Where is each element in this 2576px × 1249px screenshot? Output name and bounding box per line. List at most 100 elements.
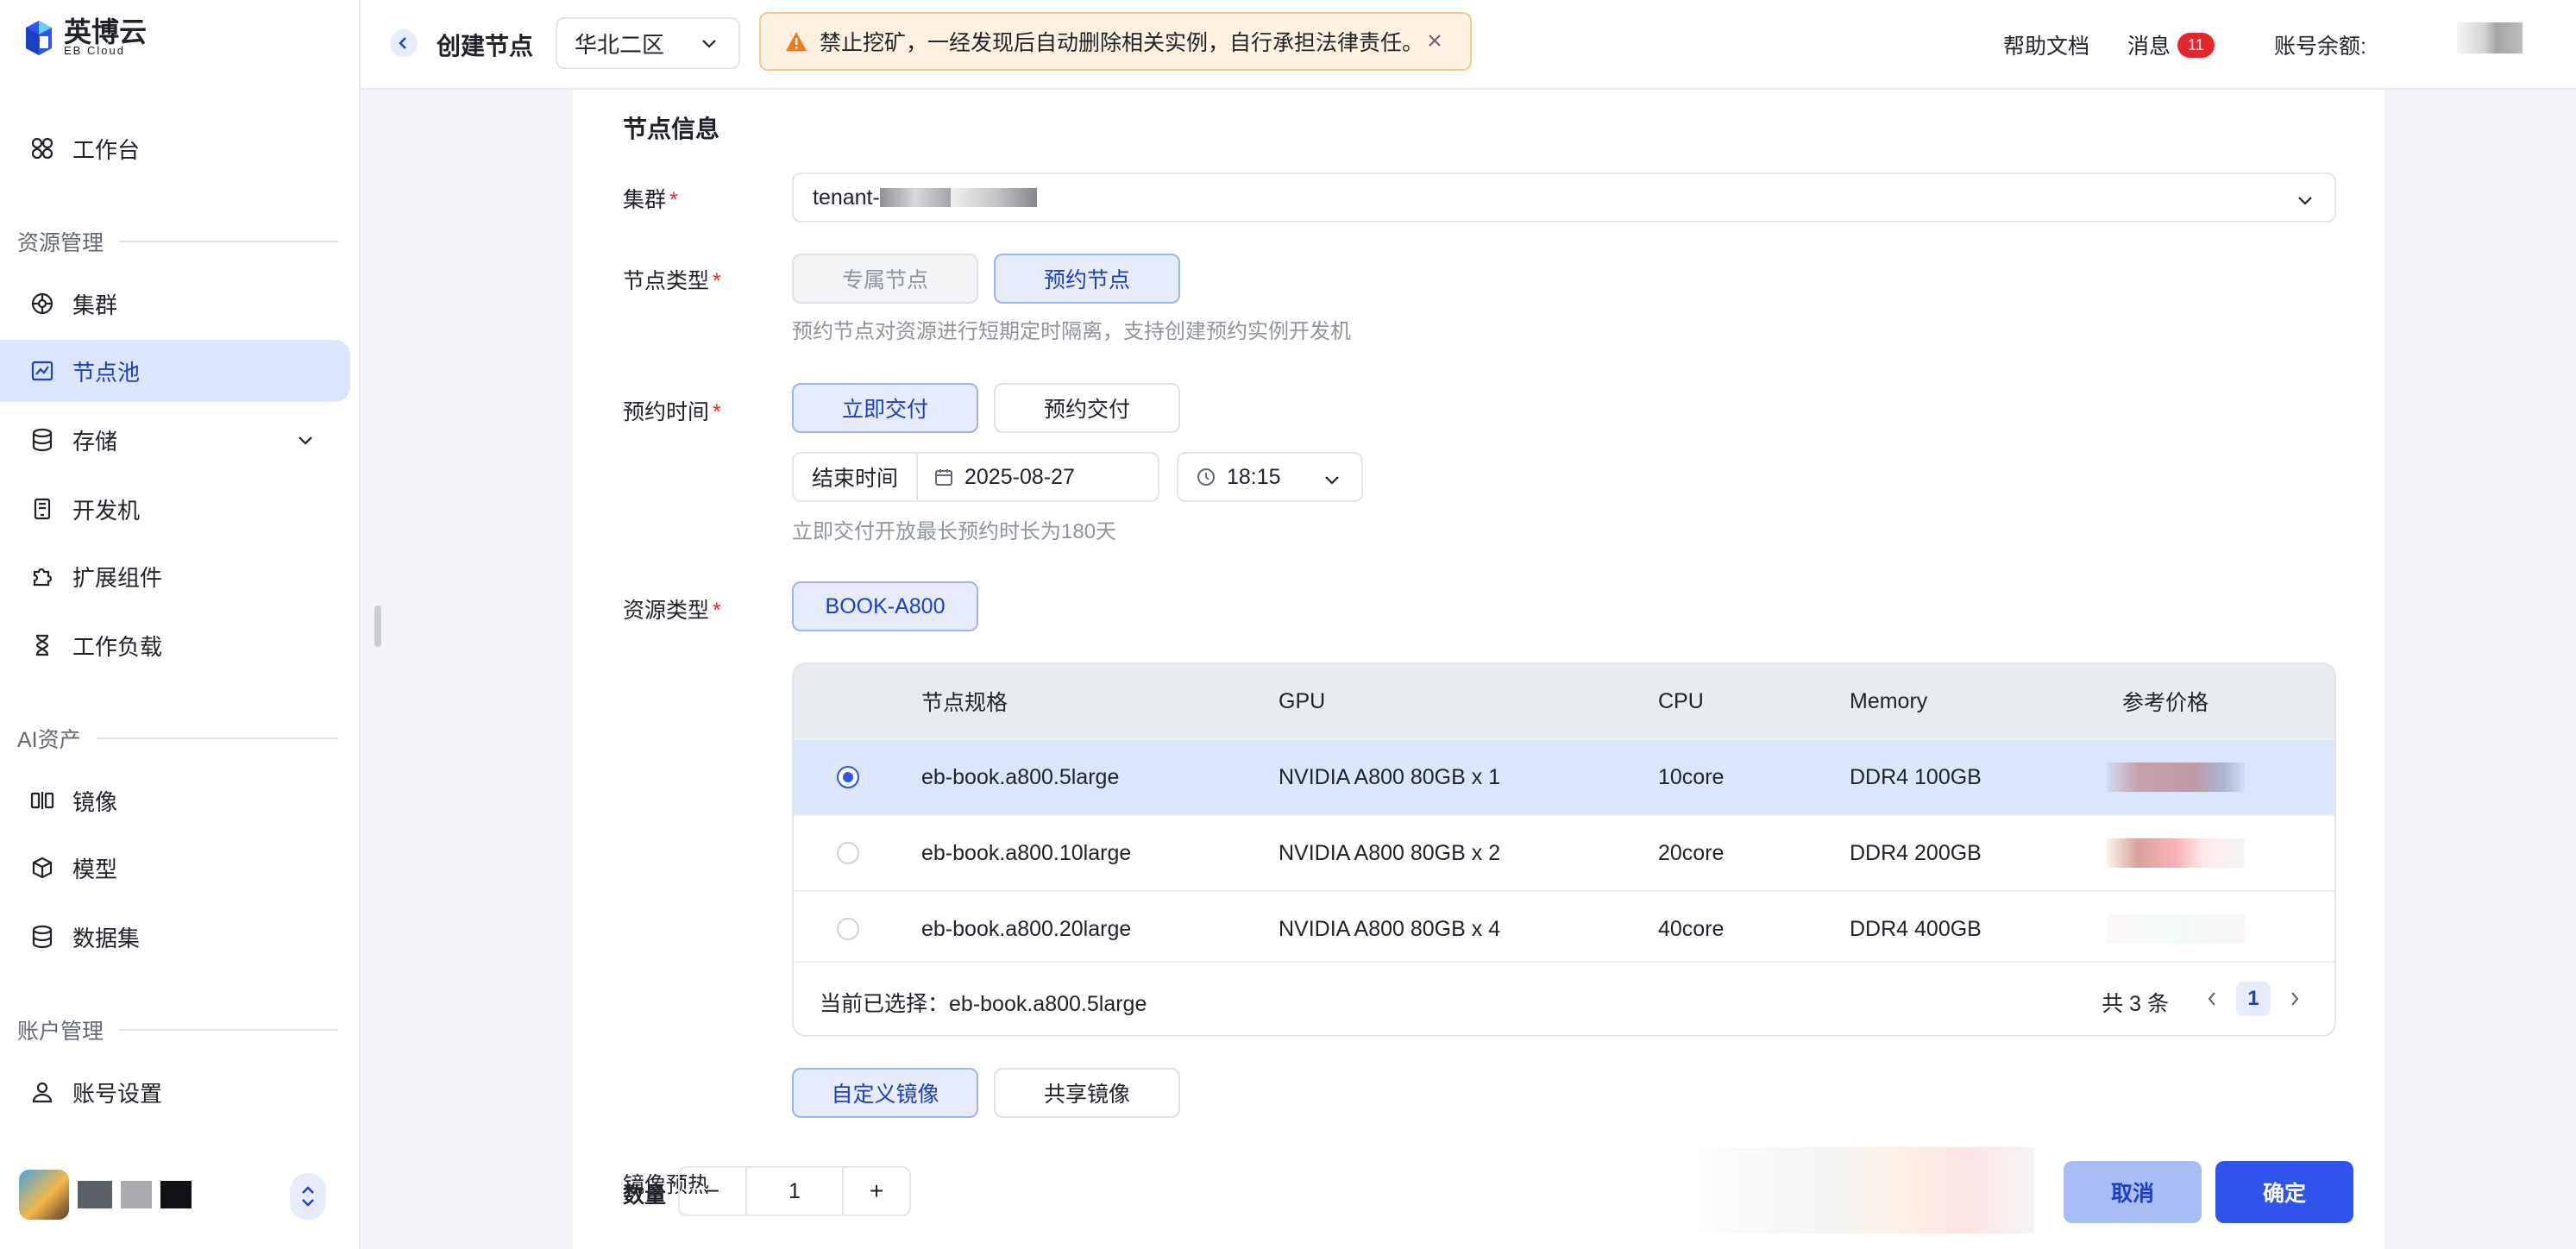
sidebar-item-dataset[interactable]: 数据集 (0, 906, 350, 968)
sidebar: 英博云 EB Cloud 工作台 资源管理 集群 节点池 存储 开发机 扩展组件… (0, 0, 361, 1249)
sidebar-item-account-settings[interactable]: 账号设置 (0, 1061, 350, 1123)
page-title: 创建节点 (437, 33, 534, 60)
quantity-label: 数量 (623, 1183, 667, 1208)
sidebar-item-devbox[interactable]: 开发机 (0, 478, 350, 540)
masked-price (2107, 838, 2245, 868)
messages-link[interactable]: 消息 11 (2127, 29, 2215, 60)
column-header: 节点规格 (921, 691, 1008, 715)
table-row[interactable]: eb-book.a800.10large NVIDIA A800 80GB x … (794, 814, 2334, 890)
row-radio[interactable] (837, 918, 859, 940)
section-title: 节点信息 (623, 116, 720, 142)
chart-icon (29, 358, 55, 384)
cpu-cell: 10core (1658, 764, 1725, 789)
hourglass-icon (29, 632, 55, 658)
cpu-cell: 20core (1658, 840, 1725, 865)
region-select[interactable]: 华北二区 (556, 17, 740, 69)
chevron-right-icon[interactable] (2286, 990, 2303, 1007)
sidebar-item-workload[interactable]: 工作负载 (0, 614, 350, 676)
masked-cluster-id (879, 188, 951, 207)
account-switcher-button[interactable] (290, 1173, 326, 1220)
logo-icon (24, 19, 53, 57)
sidebar-item-label: 节点池 (72, 359, 141, 386)
resource-type-button[interactable]: BOOK-A800 (792, 581, 978, 631)
chevron-updown-icon (302, 1186, 314, 1207)
column-header: CPU (1658, 688, 1704, 713)
section-ai: AI资产 (17, 723, 338, 754)
section-resource: 资源管理 (17, 226, 338, 257)
decrement-button[interactable]: − (680, 1168, 745, 1214)
spec-cell: eb-book.a800.20large (921, 916, 1132, 941)
chevron-down-icon (2295, 190, 2315, 217)
section-account: 账户管理 (17, 1014, 338, 1045)
warning-banner: 禁止挖矿，一经发现后自动删除相关实例，自行承担法律责任。 (759, 12, 1472, 71)
page-number[interactable]: 1 (2236, 982, 2271, 1016)
cancel-button[interactable]: 取消 (2064, 1161, 2202, 1223)
custom-image-button[interactable]: 自定义镜像 (792, 1068, 978, 1118)
deliver-scheduled-button[interactable]: 预约交付 (994, 383, 1180, 433)
sidebar-item-cluster[interactable]: 集群 (0, 273, 350, 335)
chevron-left-icon (399, 37, 406, 49)
sidebar-item-node-pool[interactable]: 节点池 (0, 340, 350, 402)
column-header: Memory (1850, 688, 1928, 713)
deliver-now-button[interactable]: 立即交付 (792, 383, 978, 433)
node-type-dedicated-button[interactable]: 专属节点 (792, 254, 978, 304)
close-icon[interactable] (1425, 31, 1444, 56)
memory-cell: DDR4 100GB (1850, 764, 1982, 789)
node-spec-table: 节点规格 GPU CPU Memory 参考价格 eb-book.a800.5l… (792, 662, 2336, 1037)
puzzle-icon (29, 563, 55, 589)
user-icon (29, 1079, 55, 1105)
back-button[interactable] (390, 29, 418, 57)
region-value: 华北二区 (575, 31, 665, 58)
sidebar-item-extensions[interactable]: 扩展组件 (0, 545, 350, 607)
warning-text: 禁止挖矿，一经发现后自动删除相关实例，自行承担法律责任。 (820, 31, 1424, 55)
increment-button[interactable]: + (844, 1168, 909, 1214)
row-radio[interactable] (837, 842, 859, 864)
sidebar-item-label: 扩展组件 (72, 564, 163, 591)
row-radio[interactable] (837, 766, 859, 788)
sidebar-item-storage[interactable]: 存储 (0, 409, 350, 471)
masked-price (2107, 914, 2245, 944)
node-type-label: 节点类型 * (623, 269, 721, 293)
column-header: 参考价格 (2122, 691, 2209, 715)
chevron-left-icon[interactable] (2203, 990, 2221, 1007)
cluster-label: 集群 * (623, 188, 678, 212)
message-count-badge: 11 (2177, 32, 2215, 58)
database-icon (29, 924, 55, 950)
sidebar-item-workbench[interactable]: 工作台 (0, 117, 350, 179)
gpu-cell: NVIDIA A800 80GB x 2 (1279, 840, 1501, 865)
end-time-label: 结束时间 (794, 454, 918, 500)
help-docs-link[interactable]: 帮助文档 (2003, 29, 2089, 60)
balance-label: 账号余额: (2274, 35, 2366, 59)
sidebar-item-image[interactable]: 镜像 (0, 769, 350, 832)
confirm-button[interactable]: 确定 (2215, 1161, 2353, 1223)
cube-icon (29, 855, 55, 881)
sidebar-item-label: 数据集 (72, 925, 141, 951)
end-date-picker[interactable]: 结束时间 2025-08-27 (792, 452, 1159, 502)
gpu-cell: NVIDIA A800 80GB x 1 (1279, 764, 1501, 789)
calendar-icon (935, 469, 952, 486)
end-time-picker[interactable]: 18:15 (1177, 452, 1363, 502)
sidebar-item-label: 工作台 (72, 136, 141, 163)
total-count: 共 3 条 (2102, 992, 2169, 1016)
cluster-select[interactable]: tenant- (792, 173, 2336, 223)
quantity-value[interactable]: 1 (745, 1168, 844, 1214)
shared-image-button[interactable]: 共享镜像 (994, 1068, 1180, 1118)
sidebar-item-label: 开发机 (72, 497, 141, 524)
user-profile[interactable] (19, 1170, 192, 1220)
masked-balance (2457, 22, 2523, 53)
gpu-cell: NVIDIA A800 80GB x 4 (1279, 916, 1501, 941)
header: 创建节点 华北二区 禁止挖矿，一经发现后自动删除相关实例，自行承担法律责任。 帮… (361, 0, 2576, 90)
spec-cell: eb-book.a800.5large (921, 764, 1120, 789)
logo[interactable]: 英博云 EB Cloud (24, 18, 147, 57)
table-row[interactable]: eb-book.a800.5large NVIDIA A800 80GB x 1… (794, 738, 2334, 814)
node-type-reserved-button[interactable]: 预约节点 (994, 254, 1180, 304)
masked-username (121, 1181, 152, 1208)
sidebar-item-model[interactable]: 模型 (0, 837, 350, 899)
table-row[interactable]: eb-book.a800.20large NVIDIA A800 80GB x … (794, 890, 2334, 966)
selected-spec: 当前已选择：eb-book.a800.5large (820, 992, 1147, 1016)
quantity-stepper[interactable]: − 1 + (678, 1166, 911, 1216)
sidebar-collapse-handle[interactable] (374, 606, 381, 647)
masked-price (2107, 763, 2245, 792)
sidebar-item-label: 模型 (72, 856, 118, 882)
table-footer: 当前已选择：eb-book.a800.5large 共 3 条 1 (794, 961, 2334, 1035)
